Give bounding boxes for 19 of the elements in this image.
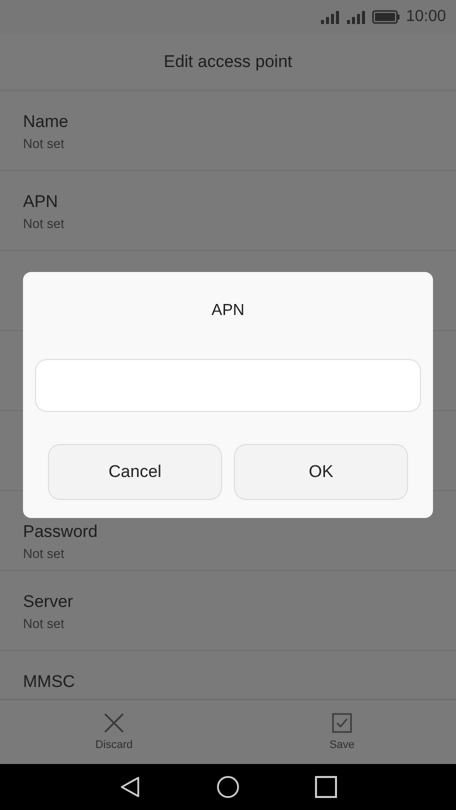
close-icon [104, 713, 124, 733]
home-icon[interactable] [217, 776, 239, 798]
back-icon[interactable] [119, 776, 141, 798]
input-field[interactable] [35, 359, 421, 412]
checkbox-icon [332, 713, 352, 733]
setting-item[interactable]: Name Not set [0, 91, 456, 171]
setting-item[interactable]: APN Not set [0, 171, 456, 251]
recents-icon[interactable] [315, 776, 337, 798]
dialog-title: APN [212, 301, 244, 321]
screen-title: Edit access point [164, 52, 292, 72]
dialog-button[interactable]: Cancel [48, 444, 222, 500]
action-button[interactable]: Save [228, 700, 456, 764]
signal-icon [346, 10, 366, 24]
signal-icon [320, 10, 340, 24]
clock-time: 10:00 [406, 8, 446, 26]
setting-item[interactable]: Server Not set [0, 571, 456, 651]
battery-icon [372, 10, 400, 24]
dialog-button[interactable]: OK [234, 444, 408, 500]
action-button[interactable]: Discard [0, 700, 228, 764]
